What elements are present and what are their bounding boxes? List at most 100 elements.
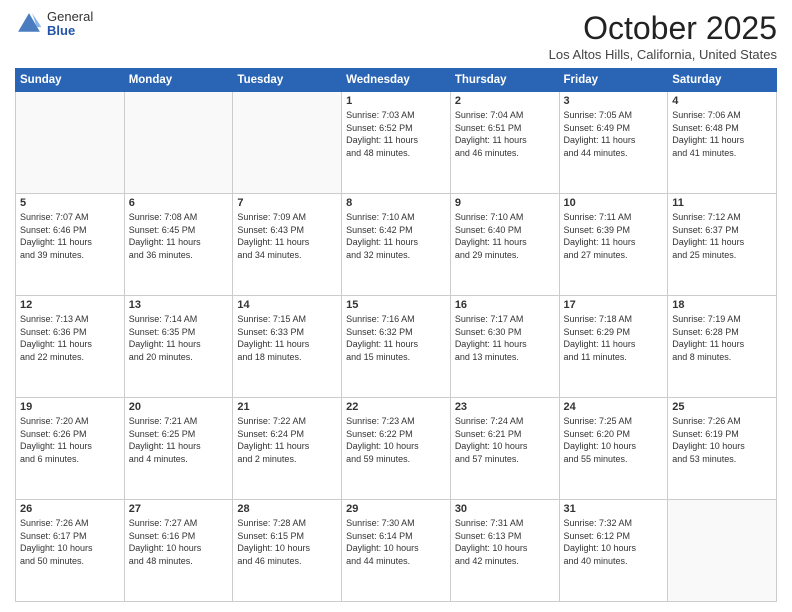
day-number: 5 [20, 197, 120, 209]
generalblue-logo-icon [15, 10, 43, 38]
calendar-cell [233, 92, 342, 194]
day-number: 12 [20, 299, 120, 311]
col-wednesday: Wednesday [342, 69, 451, 92]
calendar-table: Sunday Monday Tuesday Wednesday Thursday… [15, 68, 777, 602]
col-friday: Friday [559, 69, 668, 92]
day-number: 25 [672, 401, 772, 413]
day-info: Sunrise: 7:26 AM Sunset: 6:19 PM Dayligh… [672, 415, 772, 465]
day-info: Sunrise: 7:17 AM Sunset: 6:30 PM Dayligh… [455, 313, 555, 363]
location-label: Los Altos Hills, California, United Stat… [549, 47, 777, 62]
day-info: Sunrise: 7:22 AM Sunset: 6:24 PM Dayligh… [237, 415, 337, 465]
calendar-header-row: Sunday Monday Tuesday Wednesday Thursday… [16, 69, 777, 92]
calendar-cell: 29 Sunrise: 7:30 AM Sunset: 6:14 PM Dayli… [342, 500, 451, 602]
day-info: Sunrise: 7:10 AM Sunset: 6:42 PM Dayligh… [346, 211, 446, 261]
calendar-cell [124, 92, 233, 194]
day-info: Sunrise: 7:15 AM Sunset: 6:33 PM Dayligh… [237, 313, 337, 363]
day-info: Sunrise: 7:30 AM Sunset: 6:14 PM Dayligh… [346, 517, 446, 567]
day-number: 28 [237, 503, 337, 515]
day-info: Sunrise: 7:21 AM Sunset: 6:25 PM Dayligh… [129, 415, 229, 465]
col-monday: Monday [124, 69, 233, 92]
day-number: 4 [672, 95, 772, 107]
calendar-cell: 19 Sunrise: 7:20 AM Sunset: 6:26 PM Dayli… [16, 398, 125, 500]
calendar-week-0: 1 Sunrise: 7:03 AM Sunset: 6:52 PM Daylig… [16, 92, 777, 194]
day-info: Sunrise: 7:28 AM Sunset: 6:15 PM Dayligh… [237, 517, 337, 567]
day-number: 3 [564, 95, 664, 107]
day-number: 8 [346, 197, 446, 209]
day-number: 22 [346, 401, 446, 413]
day-info: Sunrise: 7:12 AM Sunset: 6:37 PM Dayligh… [672, 211, 772, 261]
day-info: Sunrise: 7:16 AM Sunset: 6:32 PM Dayligh… [346, 313, 446, 363]
calendar-cell: 25 Sunrise: 7:26 AM Sunset: 6:19 PM Dayli… [668, 398, 777, 500]
month-title: October 2025 [549, 10, 777, 47]
logo-general-label: General [47, 10, 93, 24]
day-info: Sunrise: 7:09 AM Sunset: 6:43 PM Dayligh… [237, 211, 337, 261]
day-number: 29 [346, 503, 446, 515]
header: General Blue October 2025 Los Altos Hill… [15, 10, 777, 62]
day-info: Sunrise: 7:25 AM Sunset: 6:20 PM Dayligh… [564, 415, 664, 465]
day-number: 16 [455, 299, 555, 311]
calendar-cell: 15 Sunrise: 7:16 AM Sunset: 6:32 PM Dayli… [342, 296, 451, 398]
day-number: 21 [237, 401, 337, 413]
calendar-week-4: 26 Sunrise: 7:26 AM Sunset: 6:17 PM Dayli… [16, 500, 777, 602]
day-info: Sunrise: 7:18 AM Sunset: 6:29 PM Dayligh… [564, 313, 664, 363]
day-number: 1 [346, 95, 446, 107]
calendar-cell [668, 500, 777, 602]
calendar-week-2: 12 Sunrise: 7:13 AM Sunset: 6:36 PM Dayli… [16, 296, 777, 398]
calendar-cell: 27 Sunrise: 7:27 AM Sunset: 6:16 PM Dayli… [124, 500, 233, 602]
logo-blue-label: Blue [47, 24, 93, 38]
calendar-cell: 14Sunrise: 7:15 AM Sunset: 6:33 PM Dayli… [233, 296, 342, 398]
day-info: Sunrise: 7:04 AM Sunset: 6:51 PM Dayligh… [455, 109, 555, 159]
day-number: 7 [237, 197, 337, 209]
calendar-cell: 17Sunrise: 7:18 AM Sunset: 6:29 PM Dayli… [559, 296, 668, 398]
day-number: 23 [455, 401, 555, 413]
calendar-week-1: 5Sunrise: 7:07 AM Sunset: 6:46 PM Daylig… [16, 194, 777, 296]
calendar-cell: 10Sunrise: 7:11 AM Sunset: 6:39 PM Dayli… [559, 194, 668, 296]
page: General Blue October 2025 Los Altos Hill… [0, 0, 792, 612]
calendar-cell: 6 Sunrise: 7:08 AM Sunset: 6:45 PM Daylig… [124, 194, 233, 296]
calendar-cell: 7 Sunrise: 7:09 AM Sunset: 6:43 PM Daylig… [233, 194, 342, 296]
day-info: Sunrise: 7:13 AM Sunset: 6:36 PM Dayligh… [20, 313, 120, 363]
day-info: Sunrise: 7:10 AM Sunset: 6:40 PM Dayligh… [455, 211, 555, 261]
day-info: Sunrise: 7:26 AM Sunset: 6:17 PM Dayligh… [20, 517, 120, 567]
col-sunday: Sunday [16, 69, 125, 92]
logo-text: General Blue [47, 10, 93, 39]
day-info: Sunrise: 7:31 AM Sunset: 6:13 PM Dayligh… [455, 517, 555, 567]
calendar-cell: 5Sunrise: 7:07 AM Sunset: 6:46 PM Daylig… [16, 194, 125, 296]
calendar-cell: 18Sunrise: 7:19 AM Sunset: 6:28 PM Dayli… [668, 296, 777, 398]
day-number: 9 [455, 197, 555, 209]
day-number: 11 [672, 197, 772, 209]
col-thursday: Thursday [450, 69, 559, 92]
calendar-cell: 28 Sunrise: 7:28 AM Sunset: 6:15 PM Dayli… [233, 500, 342, 602]
calendar-cell: 24 Sunrise: 7:25 AM Sunset: 6:20 PM Dayli… [559, 398, 668, 500]
calendar-cell: 26 Sunrise: 7:26 AM Sunset: 6:17 PM Dayli… [16, 500, 125, 602]
day-number: 24 [564, 401, 664, 413]
calendar-cell: 30 Sunrise: 7:31 AM Sunset: 6:13 PM Dayli… [450, 500, 559, 602]
day-number: 31 [564, 503, 664, 515]
day-info: Sunrise: 7:20 AM Sunset: 6:26 PM Dayligh… [20, 415, 120, 465]
title-section: October 2025 Los Altos Hills, California… [549, 10, 777, 62]
calendar-cell: 16 Sunrise: 7:17 AM Sunset: 6:30 PM Dayli… [450, 296, 559, 398]
day-number: 30 [455, 503, 555, 515]
calendar-cell: 1 Sunrise: 7:03 AM Sunset: 6:52 PM Daylig… [342, 92, 451, 194]
calendar-cell: 4 Sunrise: 7:06 AM Sunset: 6:48 PM Daylig… [668, 92, 777, 194]
calendar-cell: 31Sunrise: 7:32 AM Sunset: 6:12 PM Dayli… [559, 500, 668, 602]
calendar-cell: 21 Sunrise: 7:22 AM Sunset: 6:24 PM Dayli… [233, 398, 342, 500]
day-number: 26 [20, 503, 120, 515]
day-info: Sunrise: 7:24 AM Sunset: 6:21 PM Dayligh… [455, 415, 555, 465]
logo: General Blue [15, 10, 93, 39]
calendar-cell: 9 Sunrise: 7:10 AM Sunset: 6:40 PM Daylig… [450, 194, 559, 296]
day-number: 27 [129, 503, 229, 515]
calendar-cell: 13Sunrise: 7:14 AM Sunset: 6:35 PM Dayli… [124, 296, 233, 398]
day-info: Sunrise: 7:14 AM Sunset: 6:35 PM Dayligh… [129, 313, 229, 363]
day-info: Sunrise: 7:27 AM Sunset: 6:16 PM Dayligh… [129, 517, 229, 567]
calendar-cell [16, 92, 125, 194]
day-info: Sunrise: 7:03 AM Sunset: 6:52 PM Dayligh… [346, 109, 446, 159]
day-number: 6 [129, 197, 229, 209]
day-number: 10 [564, 197, 664, 209]
day-info: Sunrise: 7:08 AM Sunset: 6:45 PM Dayligh… [129, 211, 229, 261]
day-number: 15 [346, 299, 446, 311]
day-number: 19 [20, 401, 120, 413]
calendar-cell: 23 Sunrise: 7:24 AM Sunset: 6:21 PM Dayli… [450, 398, 559, 500]
day-info: Sunrise: 7:05 AM Sunset: 6:49 PM Dayligh… [564, 109, 664, 159]
day-info: Sunrise: 7:06 AM Sunset: 6:48 PM Dayligh… [672, 109, 772, 159]
